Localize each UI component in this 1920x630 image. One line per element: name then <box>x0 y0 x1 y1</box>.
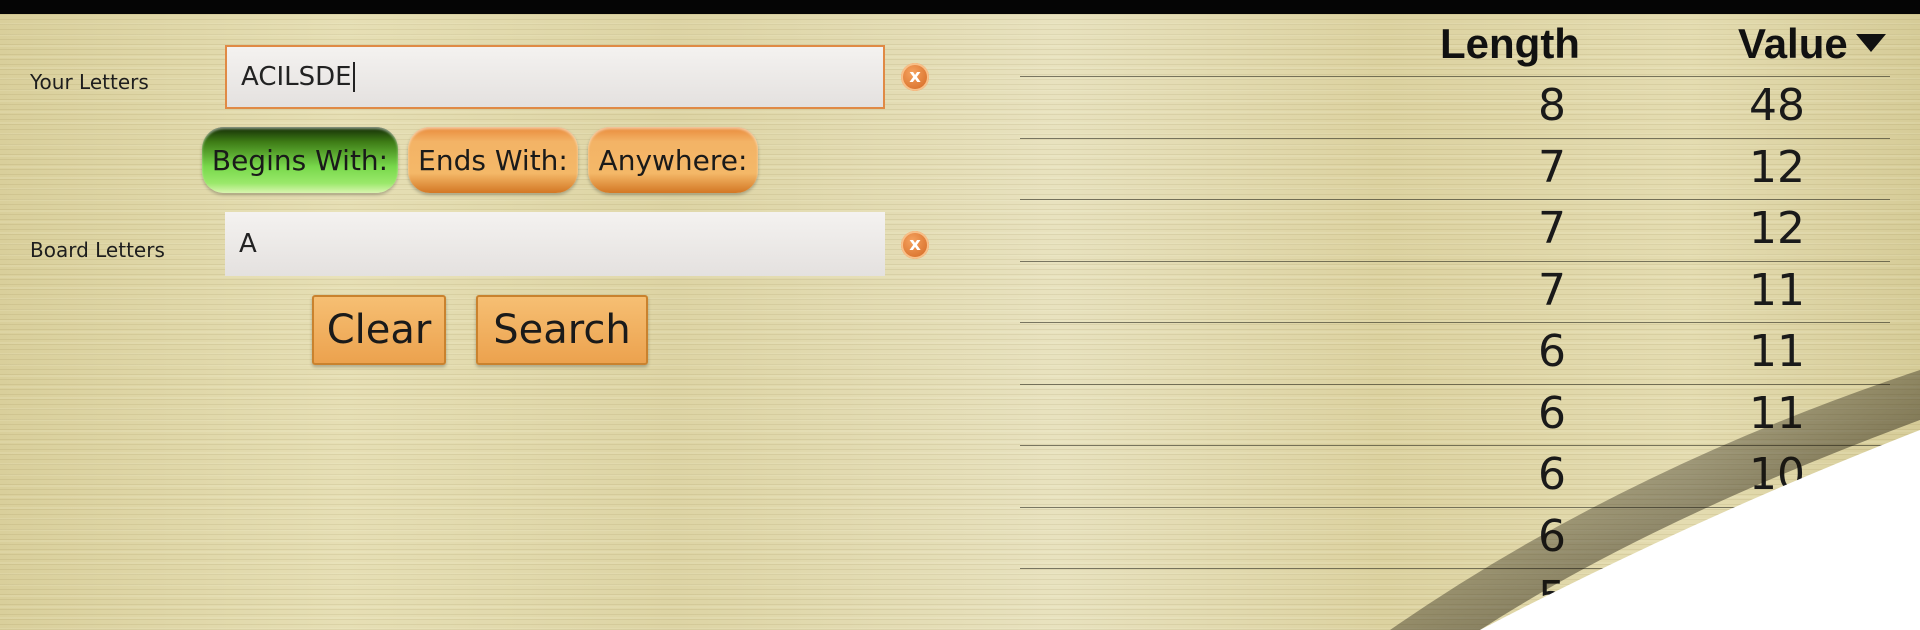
row-divider <box>1020 383 1890 385</box>
value-column-header[interactable]: Value <box>1738 20 1886 68</box>
search-button-label: Search <box>493 307 631 353</box>
value-cell: 11 <box>1749 326 1805 377</box>
length-cell: 6 <box>1538 449 1566 500</box>
length-cell: 7 <box>1538 203 1566 254</box>
row-divider <box>1020 137 1890 139</box>
value-cell: 48 <box>1749 80 1805 131</box>
begins-with-label: Begins With: <box>211 143 389 177</box>
board-letters-label: Board Letters <box>30 238 165 262</box>
begins-with-toggle[interactable]: Begins With: <box>202 127 398 193</box>
your-letters-value: ACILSDE <box>241 62 352 92</box>
clear-button[interactable]: Clear <box>312 295 446 365</box>
row-divider <box>1020 76 1890 77</box>
board-letters-value: A <box>239 229 257 259</box>
row-divider <box>1020 322 1890 323</box>
your-letters-input[interactable]: ACILSDE <box>225 45 885 109</box>
row-divider <box>1020 445 1890 446</box>
x-circle-icon: x <box>909 234 921 255</box>
length-cell: 6 <box>1538 387 1566 439</box>
length-cell: 6 <box>1538 510 1566 562</box>
x-circle-icon: x <box>909 66 921 87</box>
triangle-down-icon <box>1855 33 1886 52</box>
row-divider <box>1020 506 1890 508</box>
row-divider <box>1020 260 1890 262</box>
clear-button-label: Clear <box>326 307 432 353</box>
search-button[interactable]: Search <box>476 295 648 365</box>
board-letters-input[interactable]: A <box>225 212 885 276</box>
length-cell: 5 <box>1538 572 1566 623</box>
row-divider <box>1020 199 1890 200</box>
length-cell: 7 <box>1538 264 1566 316</box>
your-letters-label: Your Letters <box>30 70 149 94</box>
length-column-header[interactable]: Length <box>1440 20 1580 68</box>
anywhere-label: Anywhere: <box>598 143 748 177</box>
length-cell: 8 <box>1538 80 1566 131</box>
value-cell: 11 <box>1749 264 1805 316</box>
status-bar <box>0 0 1920 14</box>
value-cell: 11 <box>1749 387 1805 439</box>
text-caret <box>352 62 355 92</box>
row-divider <box>1020 568 1890 569</box>
ends-with-label: Ends With: <box>418 143 568 177</box>
clear-your-letters-button[interactable]: x <box>901 63 929 91</box>
value-cell: 12 <box>1749 203 1805 254</box>
length-cell: 7 <box>1538 141 1566 193</box>
anywhere-toggle[interactable]: Anywhere: <box>588 127 758 193</box>
ends-with-toggle[interactable]: Ends With: <box>408 127 578 193</box>
value-header-label: Value <box>1738 20 1848 67</box>
length-cell: 6 <box>1538 326 1566 377</box>
length-header-label: Length <box>1440 20 1580 67</box>
value-cell: 10 <box>1749 449 1805 500</box>
clear-board-letters-button[interactable]: x <box>901 231 929 259</box>
value-cell: 12 <box>1749 141 1805 193</box>
